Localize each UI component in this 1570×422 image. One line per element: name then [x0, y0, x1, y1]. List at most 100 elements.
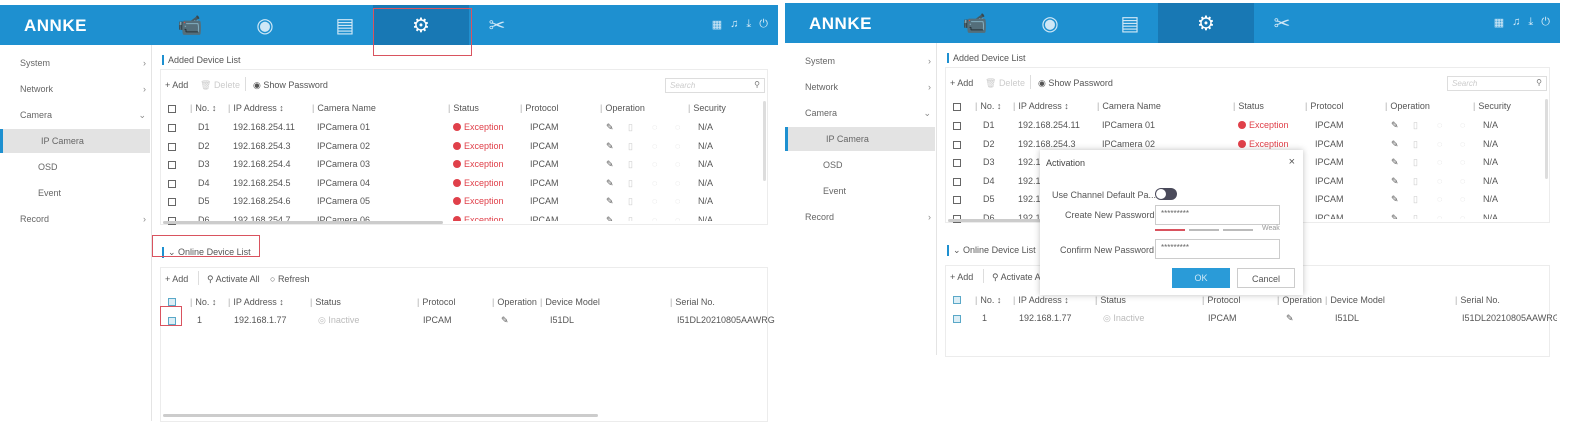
table-row[interactable]: D2 192.168.254.3 IPCamera 02 Exception I…	[785, 139, 1560, 151]
refresh-icon[interactable]: ◌	[1437, 176, 1442, 186]
delete-icon[interactable]: ▯	[628, 196, 633, 207]
table-row[interactable]: D1 192.168.254.11 IPCamera 01 Exception …	[785, 120, 1560, 132]
table-row[interactable]: D2 192.168.254.3 IPCamera 02 Exception I…	[0, 141, 778, 153]
column-header[interactable]: | No. ↕	[975, 101, 1001, 111]
info-icon[interactable]: ◌	[1460, 194, 1465, 204]
column-header[interactable]: | Protocol	[520, 103, 558, 113]
delete-icon[interactable]: ▯	[1413, 194, 1418, 205]
nav-tab-playback[interactable]: ◉	[230, 5, 300, 45]
edit-icon[interactable]: ✎	[1391, 157, 1399, 168]
info-icon[interactable]: ◌	[1460, 120, 1465, 130]
edit-icon[interactable]: ✎	[1391, 139, 1399, 150]
vertical-scrollbar[interactable]	[1545, 99, 1548, 179]
cancel-button[interactable]: Cancel	[1237, 268, 1295, 288]
nav-tab-search-file[interactable]: ▤	[1095, 3, 1165, 43]
download-icon[interactable]: ⤓	[1528, 16, 1533, 29]
table-row[interactable]: D3 192.168.254.4 IPCamera 03 Exception I…	[0, 159, 778, 171]
sidebar-item[interactable]: System ›	[785, 49, 935, 73]
column-header[interactable]: | Status	[310, 297, 341, 307]
table-row[interactable]: D4 192.168.254.5 IPCamera 04 Exception I…	[0, 178, 778, 190]
column-header[interactable]: | Status	[1233, 101, 1264, 111]
refresh-icon[interactable]: ◌	[652, 159, 657, 169]
activate-all-button[interactable]: ⚲ Activate All	[992, 272, 1045, 283]
ok-button[interactable]: OK	[1172, 268, 1230, 288]
delete-icon[interactable]: ▯	[1413, 120, 1418, 131]
column-header[interactable]: | IP Address ↕	[1013, 101, 1069, 111]
power-icon[interactable]: ⏻	[1541, 16, 1550, 29]
edit-icon[interactable]: ✎	[1391, 120, 1399, 131]
refresh-icon[interactable]: ◌	[652, 178, 657, 188]
delete-button[interactable]: 🗑 Delete	[985, 78, 1025, 89]
column-header[interactable]: | Serial No.	[670, 297, 715, 307]
table-row[interactable]: D5 192.168.254.6 IPCamera 05 Exception I…	[0, 196, 778, 208]
select-all-online-checkbox[interactable]	[953, 296, 961, 304]
table-row[interactable]: D1 192.168.254.11 IPCamera 01 Exception …	[0, 122, 778, 134]
column-header[interactable]: | Camera Name	[312, 103, 376, 113]
select-all-online-checkbox[interactable]	[168, 298, 176, 306]
online-add-button[interactable]: + Add	[165, 274, 188, 284]
table-row[interactable]: 1 192.168.1.77 ◎ Inactive IPCAM ✎ I51DL …	[785, 313, 1560, 325]
show-password-button[interactable]: ◉ Show Password	[253, 80, 328, 91]
horizontal-scrollbar[interactable]	[163, 221, 443, 224]
nav-tab-camera[interactable]: 📹	[155, 5, 225, 45]
info-icon[interactable]: ◌	[675, 122, 680, 132]
sidebar-item[interactable]: System ›	[0, 51, 150, 75]
info-icon[interactable]: ◌	[675, 159, 680, 169]
column-header[interactable]: | Security	[688, 103, 726, 113]
delete-icon[interactable]: ▯	[628, 141, 633, 152]
delete-icon[interactable]: ▯	[1413, 176, 1418, 187]
info-icon[interactable]: ◌	[1460, 157, 1465, 167]
edit-icon[interactable]: ✎	[606, 122, 614, 133]
add-button[interactable]: + Add	[165, 80, 188, 90]
column-header[interactable]: | Protocol	[417, 297, 455, 307]
edit-icon[interactable]: ✎	[1391, 176, 1399, 187]
column-header[interactable]: | No. ↕	[975, 295, 1001, 305]
nav-tab-tools[interactable]: ✂	[462, 5, 532, 45]
column-header[interactable]: | IP Address ↕	[1013, 295, 1069, 305]
show-password-button[interactable]: ◉ Show Password	[1038, 78, 1113, 89]
grid-icon[interactable]: ▦	[1494, 16, 1504, 29]
confirm-password-input[interactable]: *********	[1155, 239, 1280, 259]
use-default-password-toggle[interactable]	[1155, 188, 1177, 200]
select-all-checkbox[interactable]	[953, 103, 961, 111]
delete-icon[interactable]: ▯	[628, 159, 633, 170]
delete-icon[interactable]: ▯	[1413, 157, 1418, 168]
info-icon[interactable]: ◌	[1460, 176, 1465, 186]
sidebar-item[interactable]: Network ›	[785, 75, 935, 99]
column-header[interactable]: | IP Address ↕	[228, 103, 284, 113]
refresh-icon[interactable]: ◌	[1437, 120, 1442, 130]
edit-icon[interactable]: ✎	[606, 196, 614, 207]
select-all-checkbox[interactable]	[168, 105, 176, 113]
add-button[interactable]: + Add	[950, 78, 973, 88]
refresh-icon[interactable]: ◌	[1437, 157, 1442, 167]
alarm-icon[interactable]: ♫	[730, 18, 738, 31]
edit-icon[interactable]: ✎	[1391, 194, 1399, 205]
search-input[interactable]: ⚲ Search	[665, 78, 765, 93]
nav-tab-camera[interactable]: 📹	[940, 3, 1010, 43]
column-header[interactable]: | IP Address ↕	[228, 297, 284, 307]
column-header[interactable]: | Operation	[1277, 295, 1322, 305]
column-header[interactable]: | Security	[1473, 101, 1511, 111]
table-row[interactable]: 1 192.168.1.77 ◎ Inactive IPCAM ✎ I51DL …	[0, 315, 778, 327]
delete-button[interactable]: 🗑 Delete	[200, 80, 240, 91]
download-icon[interactable]: ⤓	[746, 18, 751, 31]
edit-icon[interactable]: ✎	[1286, 313, 1294, 324]
close-icon[interactable]: ×	[1289, 156, 1295, 168]
activate-all-button[interactable]: ⚲ Activate All	[207, 274, 260, 285]
column-header[interactable]: | Device Model	[1325, 295, 1385, 305]
sidebar-item[interactable]: Network ›	[0, 77, 150, 101]
column-header[interactable]: | Status	[1095, 295, 1126, 305]
online-add-button[interactable]: + Add	[950, 272, 973, 282]
column-header[interactable]: | Operation	[1385, 101, 1430, 111]
nav-tab-tools[interactable]: ✂	[1247, 3, 1317, 43]
alarm-icon[interactable]: ♫	[1512, 16, 1520, 29]
refresh-icon[interactable]: ◌	[652, 196, 657, 206]
info-icon[interactable]: ◌	[675, 141, 680, 151]
search-input[interactable]: ⚲ Search	[1447, 76, 1547, 91]
create-password-input[interactable]: *********	[1155, 205, 1280, 225]
refresh-icon[interactable]: ◌	[652, 122, 657, 132]
column-header[interactable]: | No. ↕	[190, 297, 216, 307]
horizontal-scrollbar[interactable]	[163, 414, 598, 417]
nav-tab-gear[interactable]: ⚙	[1158, 3, 1254, 43]
delete-icon[interactable]: ▯	[628, 122, 633, 133]
